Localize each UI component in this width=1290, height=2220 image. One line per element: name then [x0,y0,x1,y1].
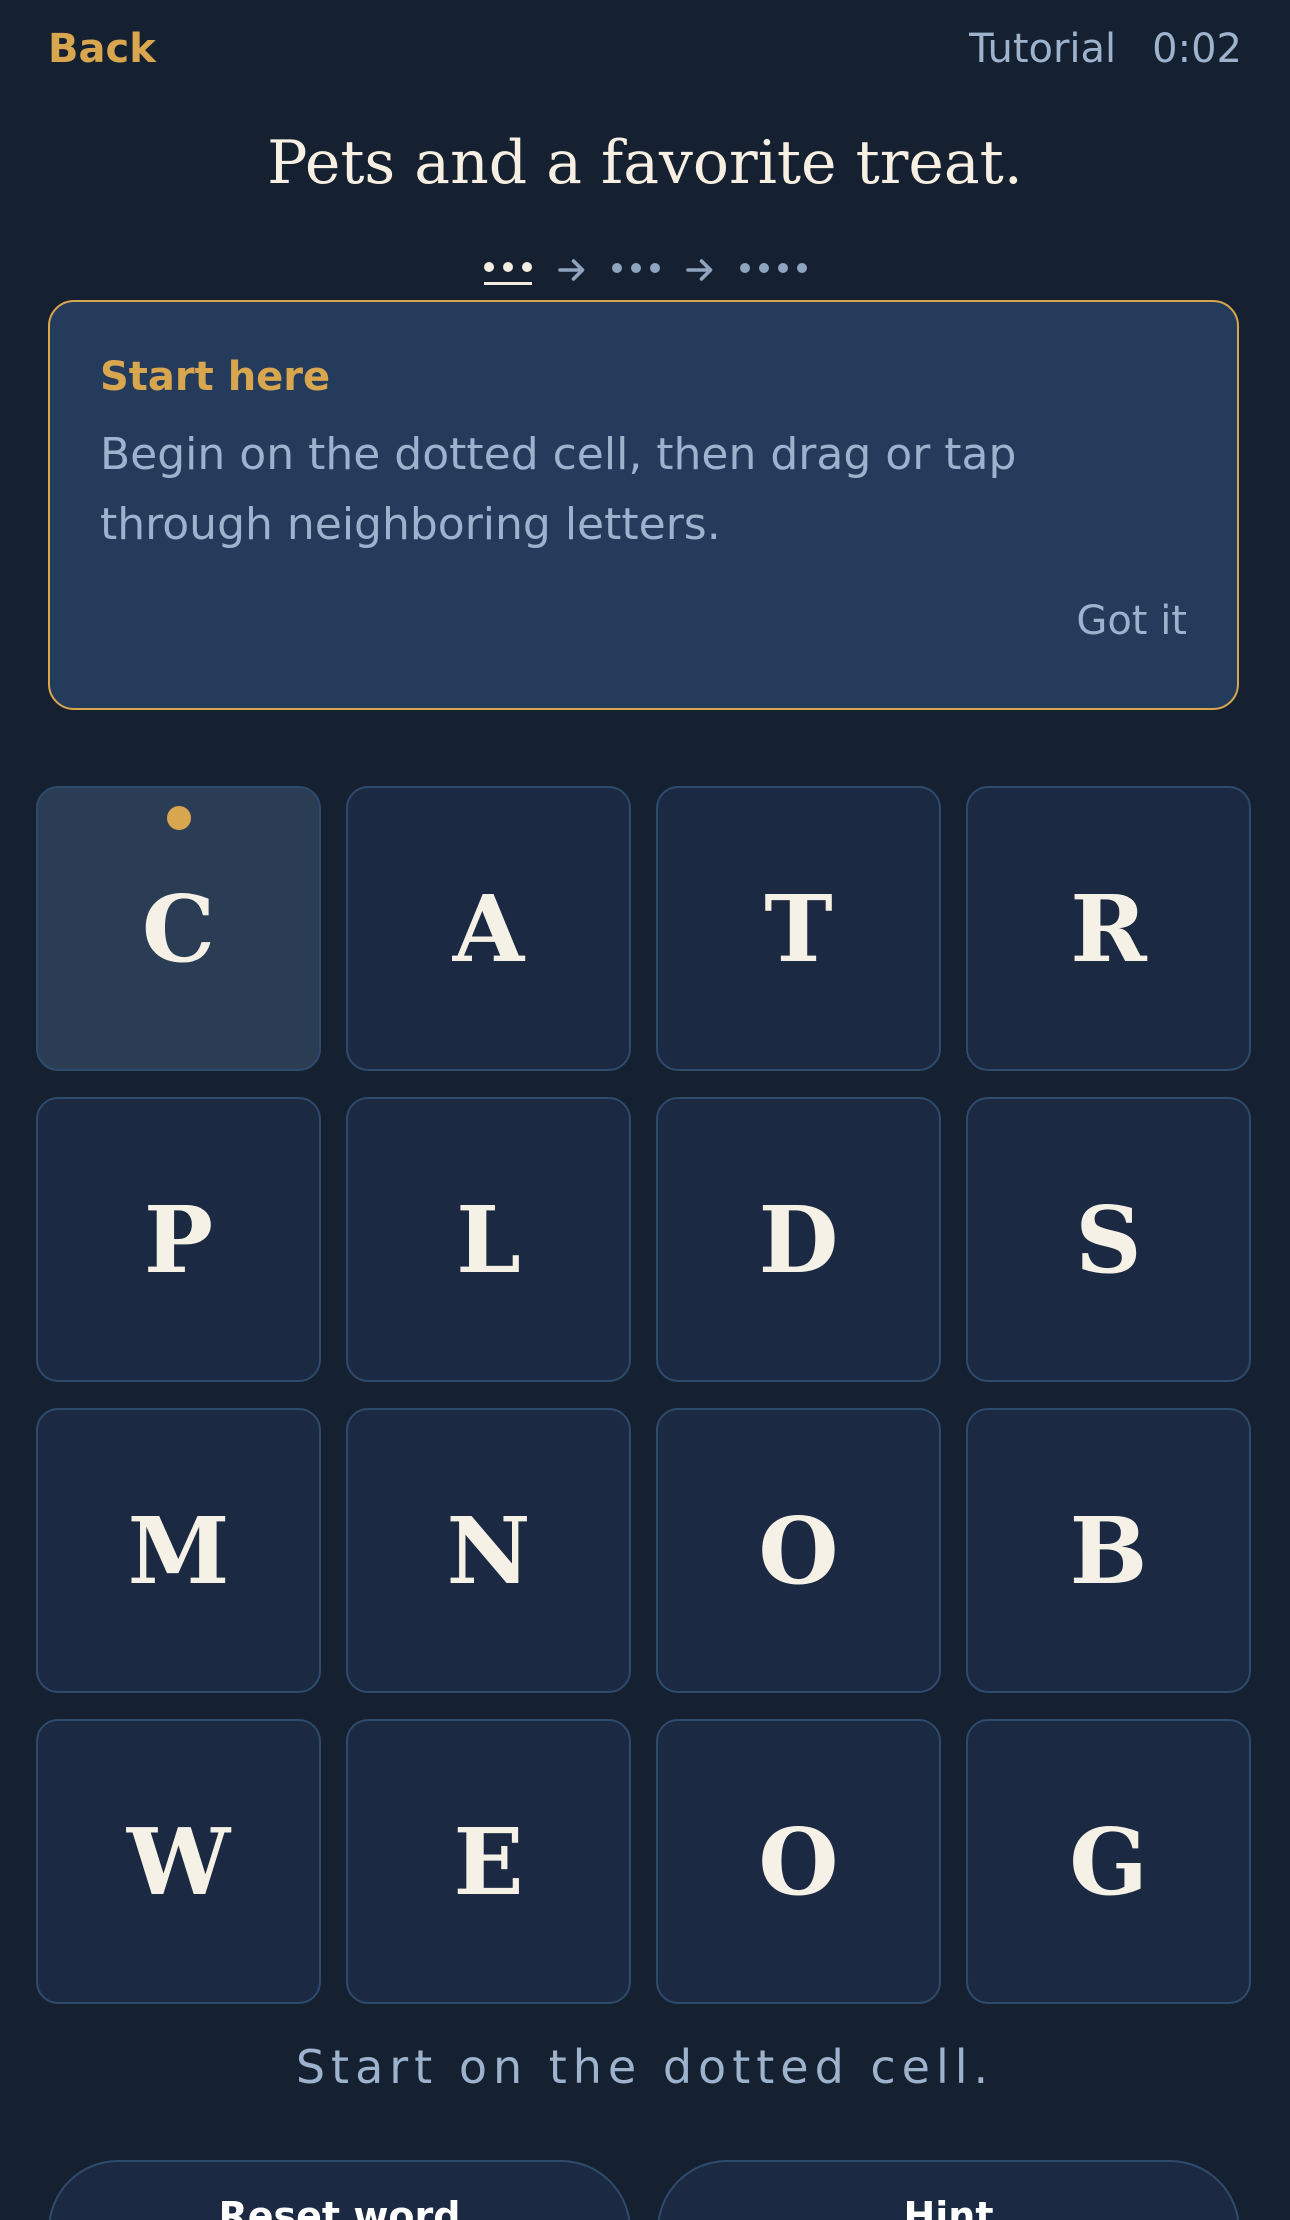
start-dot-icon [166,806,191,830]
letter-label: M [127,1496,230,1605]
letter-slot-dot [483,261,494,272]
letter-slot-dot [777,263,788,273]
arrow-right-icon [557,259,584,281]
letter-label: O [758,1807,839,1916]
letter-cell[interactable]: G [966,1719,1251,2004]
letter-label: A [452,874,525,983]
letter-grid: C A T R P L D S M N O B W E O G [36,786,1251,2004]
word-progress [0,252,1290,288]
back-button[interactable]: Back [48,26,156,72]
letter-cell[interactable]: T [656,786,941,1071]
tip-card: Start here Begin on the dotted cell, the… [48,300,1239,710]
letter-cell[interactable]: A [346,786,631,1071]
reset-word-button[interactable]: Reset word [48,2160,631,2220]
letter-slot-dot [502,261,513,272]
letter-label: D [758,1185,839,1294]
tip-heading: Start here [100,354,331,400]
letter-slot-dot [611,263,622,273]
letter-slot-dot [649,263,660,273]
letter-cell[interactable]: L [346,1097,631,1382]
letter-slot-dot [521,261,532,272]
letter-label: P [143,1185,214,1294]
letter-label: S [1075,1185,1142,1294]
tip-body: Begin on the dotted cell, then drag or t… [100,429,1017,550]
letter-slot-dot [630,263,641,273]
letter-cell[interactable]: N [346,1408,631,1693]
letter-cell[interactable]: C [36,786,321,1071]
top-right-group: Tutorial 0:02 [969,26,1242,72]
letter-label: L [456,1185,521,1294]
letter-label: E [453,1807,524,1916]
letter-label: O [758,1496,839,1605]
word-slot [611,257,660,283]
letter-cell[interactable]: O [656,1408,941,1693]
letter-label: N [446,1496,531,1605]
letter-cell[interactable]: R [966,786,1251,1071]
got-it-button[interactable]: Got it [1076,598,1187,644]
letter-label: C [141,874,216,983]
letter-label: G [1069,1807,1148,1916]
letter-cell[interactable]: W [36,1719,321,2004]
letter-cell[interactable]: D [656,1097,941,1382]
letter-cell[interactable]: P [36,1097,321,1382]
letter-cell[interactable]: B [966,1408,1251,1693]
letter-cell[interactable]: O [656,1719,941,2004]
letter-label: T [764,874,833,983]
top-bar: Back Tutorial 0:02 [0,0,1290,100]
timer: 0:02 [1152,26,1242,72]
tutorial-label: Tutorial [969,26,1117,72]
arrow-right-icon [685,259,712,281]
letter-label: B [1069,1496,1148,1605]
letter-cell[interactable]: M [36,1408,321,1693]
letter-slot-dot [758,263,769,273]
status-text: Start on the dotted cell. [295,2040,995,2094]
letter-cell[interactable]: S [966,1097,1251,1382]
puzzle-title: Pets and a favorite treat. [267,128,1023,198]
letter-label: W [126,1807,231,1916]
letter-slot-dot [739,263,750,273]
letter-label: R [1070,874,1147,983]
word-slot [483,256,532,285]
hint-button[interactable]: Hint [657,2160,1240,2220]
letter-cell[interactable]: E [346,1719,631,2004]
letter-slot-dot [796,263,807,273]
word-slot [739,257,807,283]
